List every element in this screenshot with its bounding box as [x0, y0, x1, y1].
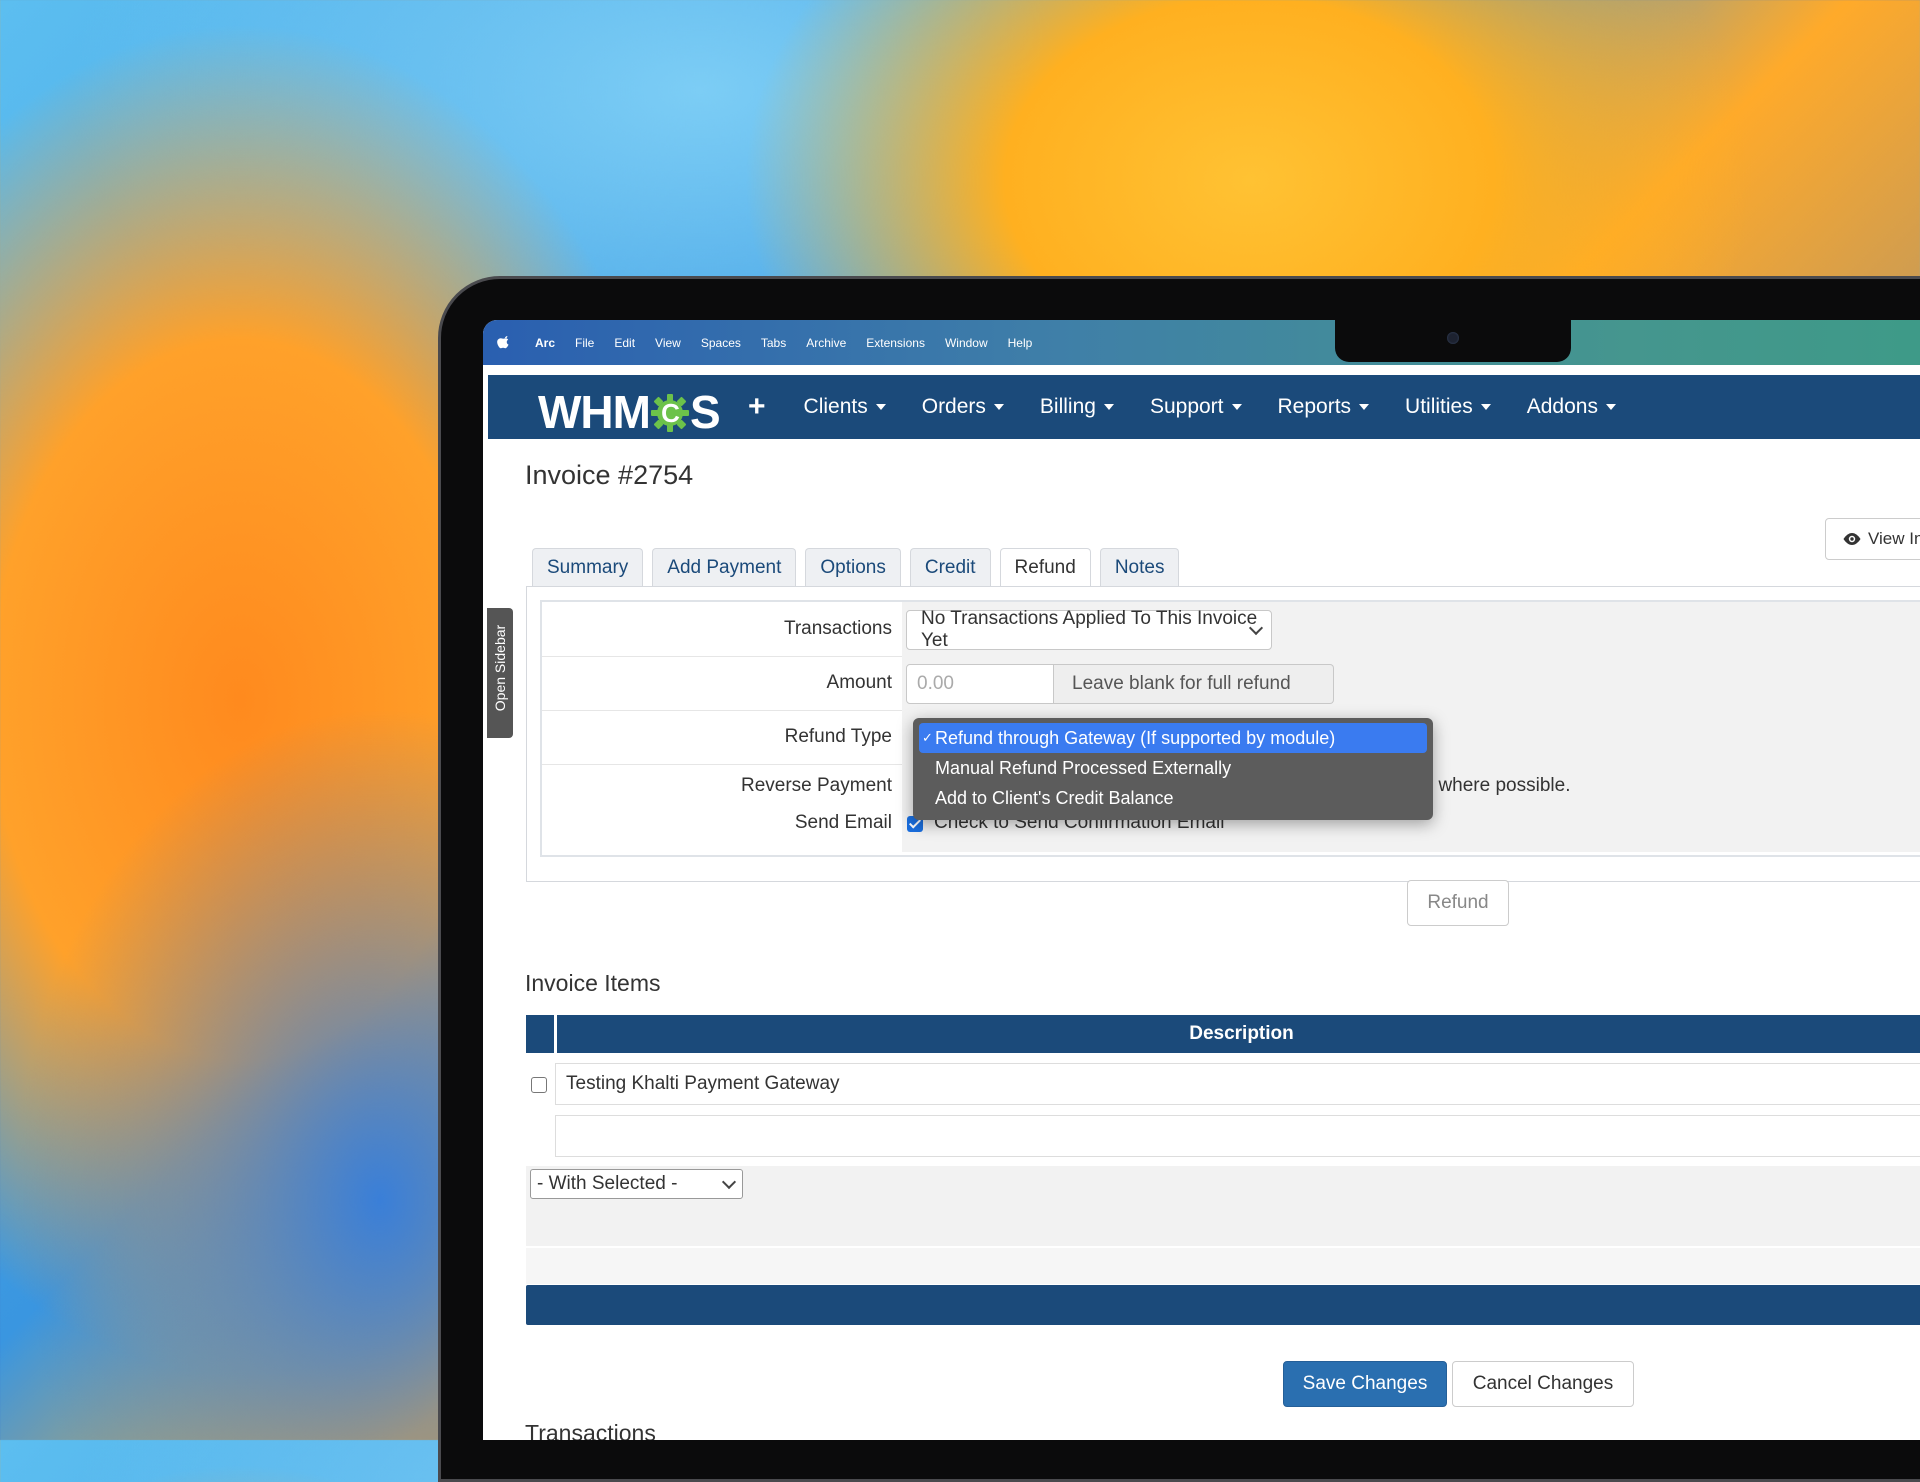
- nav-billing[interactable]: Billing: [1040, 395, 1114, 419]
- nav-orders[interactable]: Orders: [922, 395, 1004, 419]
- item-select-checkbox[interactable]: [531, 1077, 547, 1093]
- invoice-tabs: Summary Add Payment Options Credit Refun…: [532, 548, 1188, 587]
- menu-archive[interactable]: Archive: [806, 336, 846, 350]
- save-changes-button[interactable]: Save Changes: [1283, 1361, 1447, 1407]
- page-title: Invoice #2754: [525, 460, 694, 490]
- tab-summary[interactable]: Summary: [532, 548, 644, 587]
- caret-down-icon: [1103, 404, 1114, 410]
- transactions-heading: Transactions: [525, 1420, 656, 1440]
- screen: Arc File Edit View Spaces Tabs Archive E…: [483, 320, 1920, 1440]
- tab-add-payment[interactable]: Add Payment: [652, 548, 797, 587]
- send-email-label: Send Email: [794, 812, 892, 833]
- tab-credit[interactable]: Credit: [909, 548, 991, 587]
- eye-icon: [1843, 533, 1861, 545]
- transactions-label: Transactions: [783, 618, 892, 639]
- refund-type-option-manual[interactable]: Manual Refund Processed Externally: [919, 753, 1427, 783]
- menu-edit[interactable]: Edit: [614, 336, 635, 350]
- tab-notes[interactable]: Notes: [1099, 548, 1180, 587]
- invoice-items-heading: Invoice Items: [525, 970, 661, 996]
- amount-input[interactable]: 0.00: [906, 664, 1054, 704]
- description-column-header: Description: [1189, 1023, 1294, 1044]
- item-description-text: Testing Khalti Payment Gateway: [566, 1073, 840, 1094]
- refund-type-option-credit[interactable]: Add to Client's Credit Balance: [919, 783, 1427, 813]
- menu-view[interactable]: View: [655, 336, 681, 350]
- nav-support-label: Support: [1149, 395, 1224, 418]
- menu-window[interactable]: Window: [945, 336, 988, 350]
- camera-notch: [1335, 320, 1571, 362]
- view-invoice-label: View In: [1868, 529, 1920, 548]
- item-description-input[interactable]: Testing Khalti Payment Gateway: [555, 1063, 1920, 1105]
- whmcs-navbar: WHM C S + Clients Orders Billing Support…: [488, 375, 1920, 439]
- svg-text:C: C: [661, 398, 680, 428]
- add-new-icon[interactable]: +: [748, 390, 766, 424]
- cancel-changes-button[interactable]: Cancel Changes: [1452, 1361, 1634, 1407]
- amount-hint-text: Leave blank for full refund: [1072, 673, 1291, 694]
- tab-refund[interactable]: Refund: [999, 548, 1091, 587]
- gear-logo-icon: C: [650, 394, 689, 432]
- caret-down-icon: [1605, 404, 1616, 410]
- whmcs-logo[interactable]: WHM C S: [538, 385, 721, 439]
- apple-icon[interactable]: [497, 335, 511, 350]
- menu-app-name[interactable]: Arc: [535, 336, 555, 350]
- caret-down-icon: [1480, 404, 1491, 410]
- open-sidebar-button[interactable]: Open Sidebar: [487, 608, 513, 738]
- nav-addons-label: Addons: [1526, 395, 1598, 418]
- menu-extensions[interactable]: Extensions: [866, 336, 925, 350]
- refund-type-option-label: Add to Client's Credit Balance: [935, 787, 1174, 808]
- menu-help[interactable]: Help: [1008, 336, 1033, 350]
- refund-type-option-label: Refund through Gateway (If supported by …: [935, 727, 1336, 748]
- reverse-payment-text: n - where possible.: [1411, 775, 1571, 796]
- caret-down-icon: [1231, 404, 1242, 410]
- refund-type-label: Refund Type: [784, 726, 892, 747]
- caret-down-icon: [993, 404, 1004, 410]
- transactions-value: No Transactions Applied To This Invoice …: [921, 608, 1258, 651]
- amount-row: Amount 0.00 Leave blank for full refund: [542, 656, 1920, 711]
- camera-icon: [1447, 332, 1459, 344]
- amount-hint: Leave blank for full refund: [1054, 664, 1334, 704]
- open-sidebar-label: Open Sidebar: [492, 624, 508, 712]
- transactions-select[interactable]: No Transactions Applied To This Invoice …: [906, 608, 1272, 651]
- new-item-description-input[interactable]: [555, 1115, 1920, 1157]
- menu-spaces[interactable]: Spaces: [701, 336, 741, 350]
- refund-type-option-label: Manual Refund Processed Externally: [935, 757, 1232, 778]
- table-footer-gray-2: [526, 1248, 1920, 1284]
- invoice-items-table-header: Description: [526, 1015, 1920, 1053]
- refund-type-option-gateway[interactable]: ✓ Refund through Gateway (If supported b…: [919, 723, 1427, 753]
- nav-addons[interactable]: Addons: [1527, 395, 1616, 419]
- logo-text: WHM: [538, 386, 651, 438]
- caret-down-icon: [875, 404, 886, 410]
- nav-utilities[interactable]: Utilities: [1405, 395, 1491, 419]
- logo-text-s: S: [689, 386, 721, 438]
- amount-label: Amount: [826, 672, 892, 693]
- with-selected-select[interactable]: - With Selected -: [530, 1169, 743, 1199]
- caret-down-icon: [1359, 404, 1370, 410]
- tab-options[interactable]: Options: [805, 548, 901, 587]
- transactions-row: Transactions No Transactions Applied To …: [542, 602, 1920, 657]
- nav-reports-label: Reports: [1277, 395, 1352, 418]
- nav-billing-label: Billing: [1039, 395, 1096, 418]
- view-invoice-button[interactable]: View In: [1825, 518, 1920, 560]
- refund-button[interactable]: Refund: [1407, 880, 1509, 926]
- table-total-bar: [526, 1285, 1920, 1325]
- nav-clients[interactable]: Clients: [804, 395, 886, 419]
- select-column-header: [526, 1015, 557, 1053]
- menu-file[interactable]: File: [575, 336, 594, 350]
- macos-menu-bar: Arc File Edit View Spaces Tabs Archive E…: [483, 320, 1920, 365]
- nav-utilities-label: Utilities: [1405, 395, 1473, 418]
- reverse-payment-label: Reverse Payment: [740, 775, 892, 796]
- checkmark-icon: ✓: [922, 730, 933, 745]
- with-selected-value: - With Selected -: [537, 1173, 678, 1194]
- chevron-down-icon: [721, 1174, 737, 1190]
- nav-clients-label: Clients: [803, 395, 868, 418]
- nav-support[interactable]: Support: [1150, 395, 1242, 419]
- nav-orders-label: Orders: [921, 395, 986, 418]
- refund-type-dropdown[interactable]: ✓ Refund through Gateway (If supported b…: [913, 718, 1433, 820]
- nav-reports[interactable]: Reports: [1278, 395, 1370, 419]
- amount-placeholder: 0.00: [917, 673, 954, 694]
- menu-tabs[interactable]: Tabs: [761, 336, 786, 350]
